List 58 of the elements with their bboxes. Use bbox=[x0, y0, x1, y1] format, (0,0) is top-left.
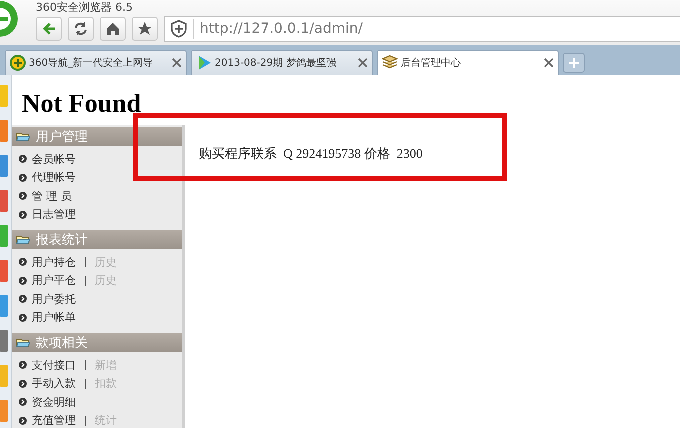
close-icon[interactable] bbox=[358, 58, 368, 68]
close-icon[interactable] bbox=[544, 58, 554, 68]
refresh-icon bbox=[72, 20, 90, 38]
window-title: 360安全浏览器 6.5 bbox=[36, 0, 134, 16]
tab-label: 360导航_新一代安全上网导 bbox=[29, 56, 154, 70]
tab-label: 2013-08-29期 梦鸽最坚强 bbox=[215, 56, 338, 70]
home-icon bbox=[104, 20, 122, 38]
folder-icon bbox=[16, 234, 30, 245]
separator-bar bbox=[85, 378, 86, 389]
bullet-icon bbox=[19, 276, 27, 285]
menu-link[interactable]: 用户帐单 bbox=[32, 310, 76, 326]
refresh-button[interactable] bbox=[68, 17, 94, 41]
bullet-icon bbox=[19, 380, 27, 388]
bullet-icon bbox=[19, 314, 27, 322]
star-icon bbox=[136, 20, 154, 38]
new-tab-button[interactable] bbox=[563, 53, 585, 73]
play-icon bbox=[196, 55, 212, 71]
browser-tab[interactable]: 360导航_新一代安全上网导 bbox=[5, 50, 187, 75]
browser-tab[interactable]: 2013-08-29期 梦鸽最坚强 bbox=[191, 50, 373, 75]
star-button[interactable] bbox=[132, 17, 158, 41]
back-arrow-button[interactable] bbox=[36, 17, 62, 41]
menu-link[interactable]: 代理帐号 bbox=[32, 170, 76, 186]
separator-bar bbox=[85, 257, 86, 268]
bullet-icon bbox=[19, 174, 27, 182]
menu-link[interactable]: 手动入款 bbox=[32, 376, 76, 392]
bullet-icon bbox=[19, 295, 27, 304]
content-text: 购买程序联系 Q 2924195738 价格 2300 bbox=[199, 145, 423, 163]
tab-label: 后台管理中心 bbox=[401, 56, 462, 70]
separator-bar bbox=[85, 416, 86, 426]
home-button[interactable] bbox=[100, 17, 126, 41]
folder-icon bbox=[16, 337, 30, 348]
plus-icon bbox=[568, 57, 580, 69]
url-text: http://127.0.0.1/admin/ bbox=[199, 21, 363, 37]
menu-link[interactable]: 会员帐号 bbox=[32, 152, 76, 167]
bullet-icon bbox=[19, 258, 27, 266]
menu-link[interactable]: 用户委托 bbox=[32, 292, 76, 307]
bullet-icon bbox=[19, 398, 27, 406]
menu-link[interactable]: 用户平仓 bbox=[32, 273, 76, 288]
address-bar[interactable]: http://127.0.0.1/admin/ bbox=[164, 16, 680, 42]
plus-circle-icon bbox=[10, 55, 26, 71]
menu-link[interactable]: 资金明细 bbox=[32, 394, 76, 410]
bullet-icon bbox=[19, 416, 27, 425]
stack-icon bbox=[382, 55, 398, 71]
folder-icon bbox=[16, 131, 30, 142]
close-icon[interactable] bbox=[172, 58, 182, 68]
bullet-icon bbox=[19, 192, 27, 200]
menu-link[interactable]: 用户持仓 bbox=[32, 254, 76, 270]
menu-link[interactable]: 支付接口 bbox=[32, 358, 76, 373]
bullet-icon bbox=[19, 361, 27, 370]
bullet-icon bbox=[19, 210, 27, 219]
menu-link[interactable]: 管 理 员 bbox=[32, 188, 72, 204]
page-heading: Not Found bbox=[22, 89, 142, 119]
browser-tab[interactable]: 后台管理中心 bbox=[377, 50, 559, 75]
menu-link[interactable]: 充值管理 bbox=[32, 413, 76, 428]
separator-bar bbox=[85, 276, 86, 286]
separator-bar bbox=[85, 360, 86, 370]
bullet-icon bbox=[19, 155, 27, 164]
menu-link[interactable]: 日志管理 bbox=[32, 207, 76, 222]
